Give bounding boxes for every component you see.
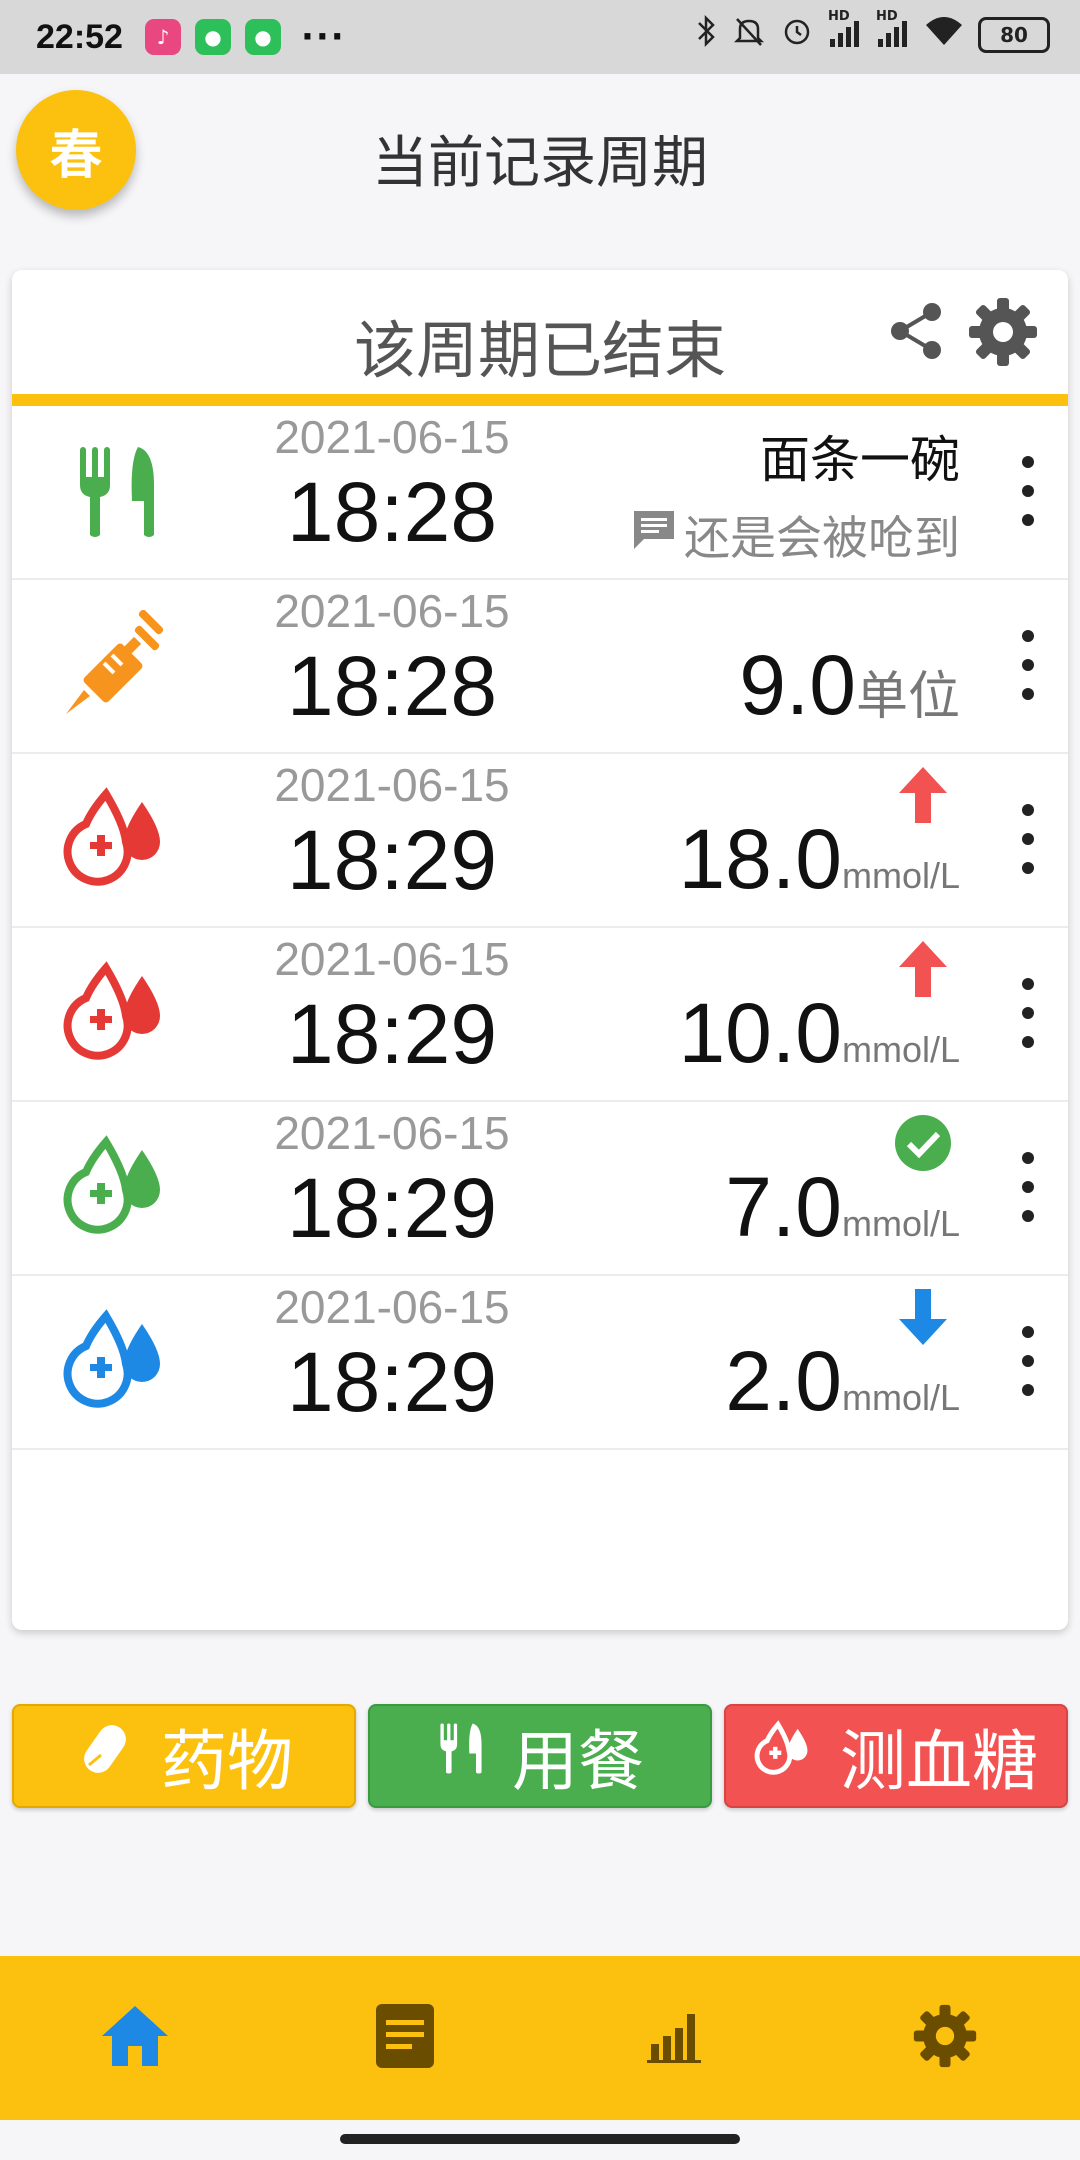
record-detail: 18.0mmol/L: [480, 754, 960, 926]
status-time: 22:52: [36, 17, 123, 56]
notification-icons: ♪ ● ●: [144, 19, 281, 55]
more-options-icon[interactable]: [1008, 804, 1048, 874]
pill-icon: [75, 1718, 135, 1795]
mute-bell-icon: [732, 14, 766, 56]
more-options-icon[interactable]: [1008, 456, 1048, 526]
wechat-app-icon: ●: [244, 19, 281, 55]
wechat-app-icon: ●: [194, 19, 231, 55]
more-options-icon[interactable]: [1008, 1152, 1048, 1222]
record-detail: 10.0mmol/L: [480, 928, 960, 1100]
add-medicine-button[interactable]: 药物: [12, 1704, 356, 1808]
meal-label: 用餐: [512, 1723, 644, 1800]
glucose-unit: mmol/L: [841, 1029, 960, 1070]
more-options-icon[interactable]: [1008, 978, 1048, 1048]
measure-glucose-button[interactable]: 测血糖: [724, 1704, 1068, 1808]
more-notifications-icon: ···: [300, 17, 346, 57]
record-row-insulin[interactable]: 2021-06-15 18:28 9.0单位: [12, 580, 1068, 754]
page-title: 当前记录周期: [372, 131, 708, 196]
nav-records[interactable]: [270, 1956, 540, 2120]
nav-settings[interactable]: [810, 1956, 1080, 2120]
music-app-icon: ♪: [144, 19, 181, 55]
quick-actions: 药物 用餐 测血糖: [12, 1704, 1068, 1808]
record-row-glucose[interactable]: 2021-06-15 18:29 2.0mmol/L: [12, 1276, 1068, 1450]
record-row-glucose[interactable]: 2021-06-15 18:29 18.0mmol/L: [12, 754, 1068, 928]
home-indicator[interactable]: [340, 2134, 740, 2144]
bluetooth-icon: [696, 14, 718, 56]
alarm-icon: [780, 14, 814, 56]
glucose-unit: mmol/L: [841, 1203, 960, 1244]
more-options-icon[interactable]: [1008, 1326, 1048, 1396]
signal-icon: HD: [828, 9, 862, 52]
signal-icon: HD: [876, 9, 910, 52]
nav-home[interactable]: [0, 1956, 270, 2120]
record-detail: 2.0mmol/L: [480, 1276, 960, 1448]
meal-note: 还是会被呛到: [630, 502, 960, 568]
system-icons: HD HD 80: [696, 9, 1050, 56]
medicine-label: 药物: [161, 1723, 293, 1800]
record-row-meal[interactable]: 2021-06-15 18:28 面条一碗 还是会被呛到: [12, 406, 1068, 580]
glucose-value: 18.0: [678, 812, 842, 906]
chart-icon: [647, 2008, 703, 2068]
card-header: 该周期已结束: [12, 270, 1068, 406]
bottom-nav: [0, 1956, 1080, 2120]
record-row-glucose[interactable]: 2021-06-15 18:29 10.0mmol/L: [12, 928, 1068, 1102]
wifi-icon: [924, 15, 964, 55]
more-options-icon[interactable]: [1008, 630, 1048, 700]
glucose-unit: mmol/L: [841, 855, 960, 896]
syringe-icon: [62, 610, 172, 720]
record-detail: 7.0mmol/L: [480, 1102, 960, 1274]
record-row-glucose[interactable]: 2021-06-15 18:29 7.0mmol/L: [12, 1102, 1068, 1276]
blood-drop-icon: [62, 1306, 172, 1416]
utensils-icon: [436, 1717, 486, 1795]
glucose-value: 10.0: [678, 986, 842, 1080]
blood-drop-icon: [62, 1132, 172, 1242]
blood-drop-icon: [62, 958, 172, 1068]
glucose-value: 2.0: [725, 1334, 842, 1428]
insulin-unit: 单位: [855, 667, 960, 727]
insulin-value: 9.0: [739, 638, 856, 732]
utensils-icon: [62, 436, 172, 546]
record-detail: 9.0单位: [480, 580, 960, 752]
blood-drop-icon: [754, 1718, 814, 1795]
gear-icon: [912, 2003, 978, 2073]
record-detail: 面条一碗 还是会被呛到: [480, 406, 960, 578]
record-card: 该周期已结束 2021-06-15 18:28 面条一碗 还是会被呛到 2021…: [12, 270, 1068, 1630]
status-bar: 22:52 ♪ ● ● ··· HD HD 80: [0, 0, 1080, 74]
comment-icon: [630, 507, 678, 564]
list-icon: [374, 2002, 436, 2074]
glucose-unit: mmol/L: [841, 1377, 960, 1418]
meal-note-text: 还是会被呛到: [684, 511, 960, 565]
gear-icon[interactable]: [967, 296, 1039, 368]
home-icon: [100, 2004, 170, 2072]
glucose-label: 测血糖: [840, 1723, 1038, 1800]
meal-name: 面条一碗: [760, 431, 960, 489]
share-icon[interactable]: [886, 300, 948, 362]
blood-drop-icon: [62, 784, 172, 894]
nav-statistics[interactable]: [540, 1956, 810, 2120]
add-meal-button[interactable]: 用餐: [368, 1704, 712, 1808]
glucose-value: 7.0: [725, 1160, 842, 1254]
battery-icon: 80: [978, 17, 1050, 53]
